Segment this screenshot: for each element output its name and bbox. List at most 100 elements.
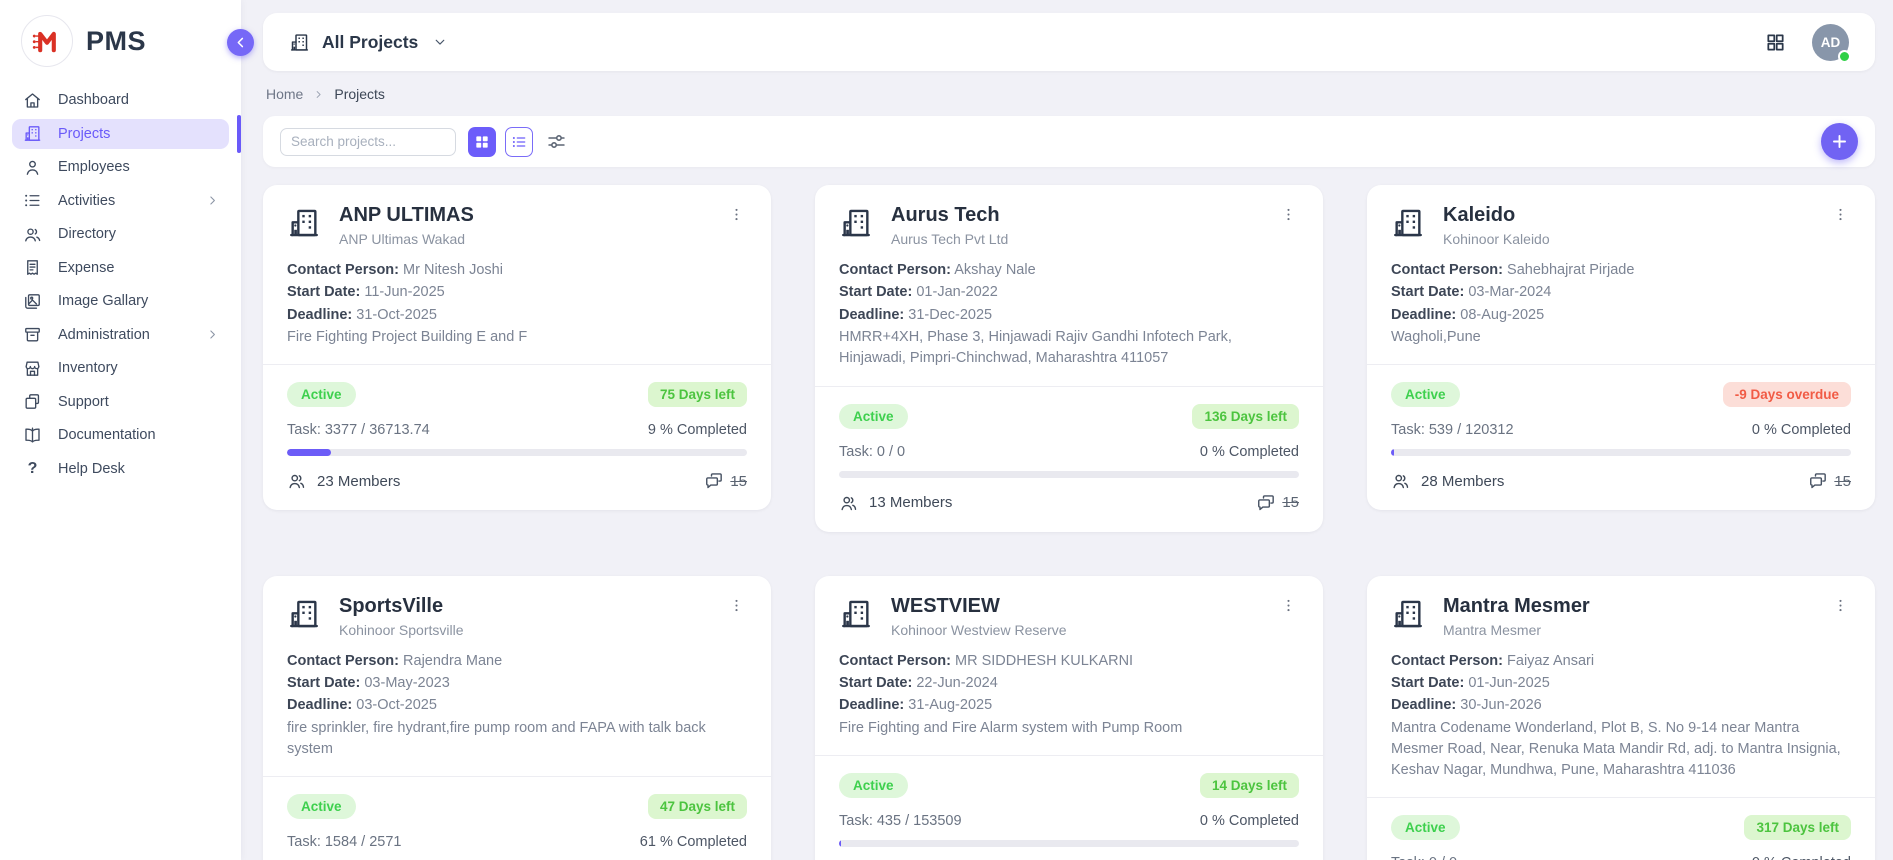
list-view-button[interactable] xyxy=(505,127,533,157)
start-date-label: Start Date: xyxy=(1391,284,1464,300)
chat-count: 15 xyxy=(1834,473,1851,490)
filter-button[interactable] xyxy=(546,131,567,152)
start-date-value: 03-Mar-2024 xyxy=(1468,284,1551,300)
contact-label: Contact Person: xyxy=(839,262,951,278)
sidebar-item-label: Documentation xyxy=(58,427,156,443)
apps-grid-icon[interactable] xyxy=(1765,32,1786,53)
building-icon xyxy=(287,206,321,240)
project-description: Fire Fighting and Fire Alarm system with… xyxy=(839,718,1299,739)
contact-person-line: Contact Person: Sahebhajrat Pirjade xyxy=(1391,260,1851,281)
progress-fill xyxy=(1391,449,1394,456)
start-date-line: Start Date: 01-Jun-2025 xyxy=(1391,673,1851,694)
project-card-westview[interactable]: WESTVIEW Kohinoor Westview Reserve Conta… xyxy=(815,576,1323,860)
members-icon xyxy=(839,493,859,513)
sidebar-item-label: Support xyxy=(58,394,109,410)
project-description: HMRR+4XH, Phase 3, Hinjawadi Rajiv Gandh… xyxy=(839,327,1299,370)
building-icon xyxy=(287,597,321,631)
project-card-anp-ultimas[interactable]: ANP ULTIMAS ANP Ultimas Wakad Contact Pe… xyxy=(263,185,771,510)
project-card-kaleido[interactable]: Kaleido Kohinoor Kaleido Contact Person:… xyxy=(1367,185,1875,510)
sidebar-item-support[interactable]: Support xyxy=(12,387,229,417)
sidebar-item-label: Administration xyxy=(58,327,150,343)
deadline-label: Deadline: xyxy=(1391,307,1456,323)
start-date-line: Start Date: 03-Mar-2024 xyxy=(1391,282,1851,303)
breadcrumb-projects[interactable]: Projects xyxy=(334,86,385,102)
deadline-value: 31-Oct-2025 xyxy=(356,307,437,323)
contact-value: MR SIDDHESH KULKARNI xyxy=(955,653,1133,669)
deadline-label: Deadline: xyxy=(287,697,352,713)
sidebar-item-administration[interactable]: Administration xyxy=(12,320,229,350)
progress-bar xyxy=(1391,449,1851,456)
top-header: All Projects AD xyxy=(263,13,1875,71)
members-label: 13 Members xyxy=(869,494,952,511)
contact-label: Contact Person: xyxy=(1391,653,1503,669)
sidebar-item-expense[interactable]: Expense xyxy=(12,253,229,283)
project-chat[interactable]: 15 xyxy=(1808,471,1851,491)
kebab-menu-icon[interactable] xyxy=(726,204,747,225)
contact-label: Contact Person: xyxy=(839,653,951,669)
kebab-menu-icon[interactable] xyxy=(1278,595,1299,616)
project-description: Wagholi,Pune xyxy=(1391,327,1851,348)
breadcrumb: Home Projects xyxy=(266,86,1875,102)
start-date-label: Start Date: xyxy=(839,284,912,300)
kebab-menu-icon[interactable] xyxy=(1830,595,1851,616)
progress-fill xyxy=(287,449,331,456)
completed-percent: 9 % Completed xyxy=(648,422,747,438)
project-subtitle: ANP Ultimas Wakad xyxy=(339,231,474,247)
project-subtitle: Mantra Mesmer xyxy=(1443,622,1590,638)
sidebar-item-dashboard[interactable]: Dashboard xyxy=(12,85,229,115)
start-date-value: 22-Jun-2024 xyxy=(916,675,997,691)
deadline-label: Deadline: xyxy=(839,307,904,323)
sidebar-item-directory[interactable]: Directory xyxy=(12,219,229,249)
sidebar-item-label: Directory xyxy=(58,226,116,242)
project-subtitle: Kohinoor Kaleido xyxy=(1443,231,1550,247)
search-input[interactable] xyxy=(280,128,456,156)
members-icon xyxy=(1391,471,1411,491)
project-card-mantra-mesmer[interactable]: Mantra Mesmer Mantra Mesmer Contact Pers… xyxy=(1367,576,1875,860)
projects-filter-dropdown[interactable]: All Projects xyxy=(289,32,447,53)
progress-bar xyxy=(287,449,747,456)
deadline-line: Deadline: 31-Dec-2025 xyxy=(839,305,1299,326)
task-count: Task: 0 / 0 xyxy=(839,444,905,460)
sidebar-item-label: Employees xyxy=(58,159,130,175)
start-date-value: 11-Jun-2025 xyxy=(364,284,444,300)
app-logo: PMS xyxy=(0,0,241,77)
sidebar-item-projects[interactable]: Projects xyxy=(12,119,229,149)
kebab-menu-icon[interactable] xyxy=(1830,204,1851,225)
project-chat[interactable]: 15 xyxy=(704,471,747,491)
sidebar-item-label: Help Desk xyxy=(58,461,125,477)
sidebar-item-activities[interactable]: Activities xyxy=(12,186,229,216)
avatar[interactable]: AD xyxy=(1812,24,1849,61)
project-card-sportsville[interactable]: SportsVille Kohinoor Sportsville Contact… xyxy=(263,576,771,860)
sidebar-item-inventory[interactable]: Inventory xyxy=(12,353,229,383)
chat-icon xyxy=(704,471,724,491)
online-status-dot xyxy=(1838,50,1851,63)
project-card-aurus-tech[interactable]: Aurus Tech Aurus Tech Pvt Ltd Contact Pe… xyxy=(815,185,1323,532)
grid-view-button[interactable] xyxy=(468,127,496,157)
sidebar-item-employees[interactable]: Employees xyxy=(12,152,229,182)
copy-icon xyxy=(23,392,42,411)
sidebar-item-label: Image Gallary xyxy=(58,293,148,309)
archive-icon xyxy=(23,325,42,344)
completed-percent: 0 % Completed xyxy=(1200,813,1299,829)
progress-fill xyxy=(839,840,841,847)
sidebar-collapse-button[interactable] xyxy=(227,29,254,56)
start-date-value: 03-May-2023 xyxy=(364,675,449,691)
contact-value: Sahebhajrat Pirjade xyxy=(1507,262,1634,278)
sidebar-item-help-desk[interactable]: ? Help Desk xyxy=(12,454,229,484)
contact-value: Mr Nitesh Joshi xyxy=(403,262,503,278)
project-chat[interactable]: 15 xyxy=(1256,493,1299,513)
header-title: All Projects xyxy=(322,32,418,53)
members-count: 23 Members xyxy=(287,471,400,491)
add-project-button[interactable] xyxy=(1821,123,1858,160)
completed-percent: 0 % Completed xyxy=(1752,855,1851,860)
breadcrumb-home[interactable]: Home xyxy=(266,86,303,102)
sidebar-item-image-gallary[interactable]: Image Gallary xyxy=(12,286,229,316)
chat-icon xyxy=(1256,493,1276,513)
sidebar-item-documentation[interactable]: Documentation xyxy=(12,420,229,450)
avatar-initials: AD xyxy=(1821,35,1841,50)
kebab-menu-icon[interactable] xyxy=(1278,204,1299,225)
project-description: Fire Fighting Project Building E and F xyxy=(287,327,747,348)
chevron-right-icon xyxy=(206,328,219,341)
contact-value: Akshay Nale xyxy=(954,262,1035,278)
kebab-menu-icon[interactable] xyxy=(726,595,747,616)
